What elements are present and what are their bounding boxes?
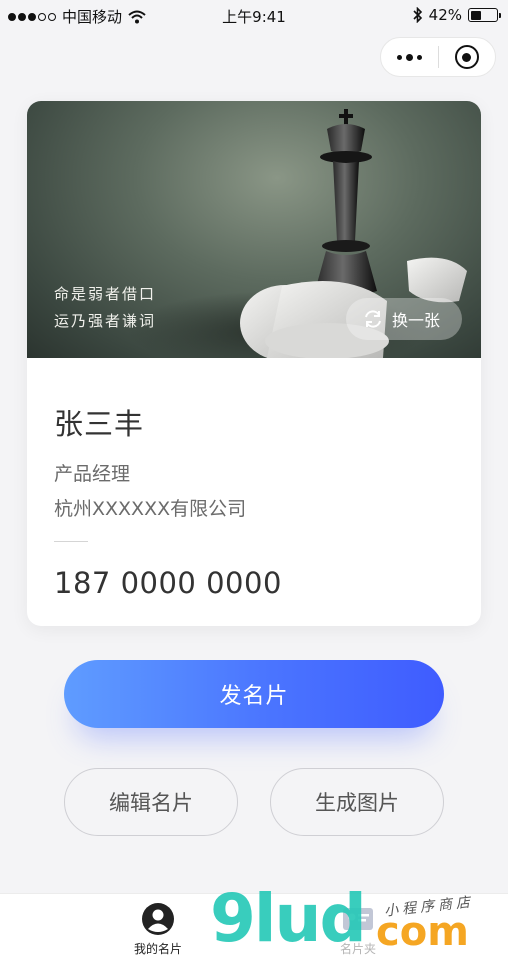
card-name: 张三丰 [54, 407, 145, 441]
tab-bar: 我的名片 名片夹 [0, 893, 508, 960]
user-icon [142, 903, 174, 935]
quote-line-1: 命是弱者借口 [54, 285, 157, 303]
tab-card-folder[interactable]: 名片夹 [298, 902, 418, 957]
card-phone: 187 0000 0000 [54, 566, 282, 600]
mini-program-capsule [380, 37, 496, 77]
swap-cover-button[interactable]: 换一张 [346, 298, 462, 340]
tab-my-card[interactable]: 我的名片 [98, 902, 218, 957]
battery-percent: 42% [428, 6, 462, 24]
card-company: 杭州XXXXXX有限公司 [54, 498, 247, 520]
status-bar: 中国移动 上午9:41 42% [0, 0, 508, 30]
send-card-button[interactable]: 发名片 [64, 660, 444, 728]
edit-card-button[interactable]: 编辑名片 [64, 768, 238, 836]
status-right: 42% [413, 6, 501, 24]
quote-line-2: 运乃强者谦词 [54, 312, 157, 330]
card-cover-image: 命是弱者借口 运乃强者谦词 换一张 [27, 101, 481, 358]
card-job-title: 产品经理 [54, 463, 131, 485]
swap-cover-label: 换一张 [392, 311, 441, 330]
refresh-icon [365, 310, 381, 328]
card-divider [54, 541, 88, 542]
ellipsis-icon[interactable] [381, 38, 438, 76]
card-info: 张三丰 产品经理 杭州XXXXXX有限公司 187 0000 0000 [54, 401, 281, 600]
business-card: 命是弱者借口 运乃强者谦词 换一张 张三丰 产品经理 杭州XXXXXX有限公司 … [27, 101, 481, 626]
bluetooth-icon [413, 7, 422, 23]
battery-icon [468, 8, 501, 22]
target-close-icon[interactable] [439, 38, 496, 76]
cover-quote: 命是弱者借口 运乃强者谦词 [54, 281, 156, 335]
battery-level [470, 10, 481, 20]
generate-image-button[interactable]: 生成图片 [270, 768, 444, 836]
tab-my-card-label: 我的名片 [133, 942, 182, 956]
tab-card-folder-label: 名片夹 [339, 942, 376, 956]
card-folder-icon [343, 908, 373, 930]
